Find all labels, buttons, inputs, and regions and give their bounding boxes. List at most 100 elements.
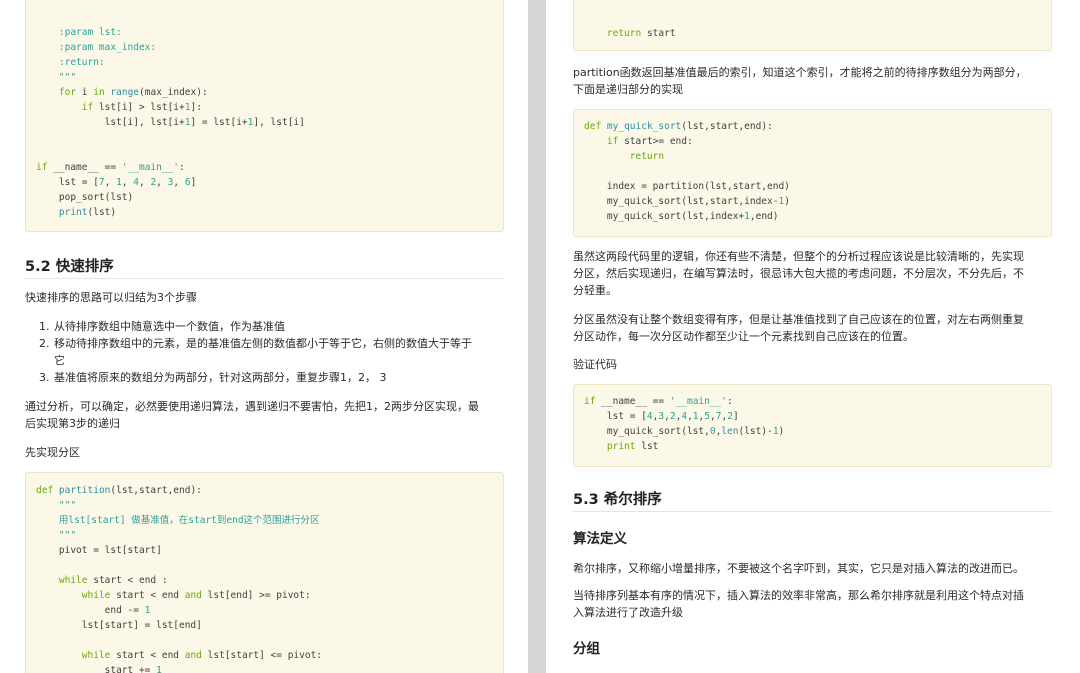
code-token: '__main__'	[669, 396, 728, 407]
code-token: :	[727, 396, 733, 407]
code-token: range	[110, 87, 140, 98]
code-token: if	[81, 102, 94, 113]
code-line: while start < end and lst[start] <= pivo…	[36, 648, 322, 663]
code-line: pop_sort(lst)	[36, 190, 133, 205]
code-token: lst[i] > lst[i+	[93, 102, 185, 113]
code-block-my-quick-sort: def my_quick_sort(lst,start,end): if sta…	[573, 109, 1052, 237]
code-line: return	[584, 149, 664, 164]
code-token: 1	[156, 665, 162, 673]
section-heading-quick-sort: 5.2 快速排序	[25, 259, 114, 275]
code-token: 用lst[start] 做基准值，在start到end这个范围进行分区	[58, 515, 320, 526]
code-token: (lst)	[87, 207, 117, 218]
first-implement-partition: 先实现分区	[25, 446, 80, 459]
code-token: """	[58, 530, 77, 541]
code-line: if __name__ == '__main__':	[36, 160, 185, 175]
para1-line-2: 下面是递归部分的实现	[573, 83, 683, 96]
left-page: :param lst: :param max_index: :return: "…	[0, 0, 528, 673]
code-token: lst[start] <= pivot:	[201, 650, 323, 661]
analysis-line-1: 通过分析，可以确定，必然要使用递归算法，遇到递归不要害怕，先把1，2两步分区实现…	[25, 400, 479, 413]
code-line: def partition(lst,start,end):	[36, 483, 202, 498]
code-token: ,	[121, 177, 134, 188]
code-line: """	[36, 70, 76, 85]
step-text-line: 从待排序数组中随意选中一个数值，作为基准值	[54, 320, 285, 333]
code-token: pivot = lst[start]	[36, 545, 162, 556]
verify-code-label: 验证代码	[573, 358, 617, 371]
code-block-partition: def partition(lst,start,end): """ 用lst[s…	[25, 472, 504, 673]
code-token: start < end	[110, 590, 185, 601]
code-line: """	[36, 528, 76, 543]
code-token: :param lst:	[58, 27, 122, 38]
analysis-line-2: 后实现第3步的递归	[25, 417, 120, 430]
code-token: start < end :	[87, 575, 168, 586]
step-number: 2.	[39, 337, 50, 350]
code-token: :return:	[58, 57, 105, 68]
code-token: def	[36, 485, 54, 496]
code-line: if __name__ == '__main__':	[584, 394, 733, 409]
code-token: print	[606, 441, 636, 452]
code-line: :return:	[36, 55, 105, 70]
heading-divider	[25, 278, 504, 279]
code-token: ,end)	[749, 211, 779, 222]
quick-sort-intro: 快速排序的思路可以归结为3个步骤	[25, 291, 197, 304]
para5-line-2: 入算法进行了改造升级	[573, 606, 683, 619]
code-line: if lst[i] > lst[i+1]:	[36, 100, 202, 115]
para3-line-1: 分区虽然没有让整个数组变得有序，但是让基准值找到了自己应该在的位置，对左右两侧重…	[573, 313, 1024, 326]
code-line: """	[36, 498, 76, 513]
step-text: 从待排序数组中随意选中一个数值，作为基准值	[54, 318, 285, 335]
code-line: lst[i], lst[i+1] = lst[i+1], lst[i]	[36, 115, 305, 130]
code-line: :param max_index:	[36, 40, 156, 55]
code-token: ,	[156, 177, 168, 188]
analysis-clarity-paragraph: 虽然这两段代码里的逻辑，你还有些不清楚，但整个的分析过程应该说是比较清晰的，先实…	[573, 248, 1058, 299]
code-line: pivot = lst[start]	[36, 543, 162, 558]
code-token: :	[179, 162, 185, 173]
code-token: ]	[732, 411, 739, 422]
code-line: index = partition(lst,start,end)	[584, 179, 790, 194]
analysis-paragraph: 通过分析，可以确定，必然要使用递归算法，遇到递归不要害怕，先把1，2两步分区实现…	[25, 398, 505, 432]
code-token: __name__ ==	[595, 396, 670, 407]
code-token: if	[584, 396, 596, 407]
para2-line-3: 分轻重。	[573, 284, 617, 297]
code-line: my_quick_sort(lst,index+1,end)	[584, 209, 779, 224]
code-token: (lst)-	[738, 426, 773, 437]
shell-sort-definition: 希尔排序，又称缩小增量排序，不要被这个名字吓到，其实，它只是对插入算法的改进而已…	[573, 562, 1024, 575]
code-line: while start < end and lst[end] >= pivot:	[36, 588, 311, 603]
code-token: my_quick_sort(lst,	[584, 426, 710, 437]
code-token: and	[184, 650, 202, 661]
code-token: ]:	[190, 102, 202, 113]
code-line: lst = [7, 1, 4, 2, 3, 6]	[36, 175, 196, 190]
code-token: lst = [	[36, 177, 99, 188]
code-token: if	[606, 136, 619, 147]
partition-return-paragraph: partition函数返回基准值最后的索引，知道这个索引，才能将之前的待排序数组…	[573, 64, 1058, 98]
shell-sort-motivation: 当待排序列基本有序的情况下，插入算法的效率非常高，那么希尔排序就是利用这个特点对…	[573, 587, 1058, 621]
code-token: (lst,start,end):	[110, 485, 202, 496]
para5-line-1: 当待排序列基本有序的情况下，插入算法的效率非常高，那么希尔排序就是利用这个特点对…	[573, 589, 1024, 602]
step-text: 移动待排序数组中的元素，是的基准值左侧的数值都小于等于它，右侧的数值大于等于它	[54, 335, 472, 369]
code-line: for i in range(max_index):	[36, 85, 208, 100]
step-number: 1.	[39, 320, 50, 333]
code-line: :param lst:	[36, 25, 122, 40]
code-token: 1	[144, 605, 151, 616]
subheading-grouping: 分组	[573, 641, 600, 657]
code-token: partition	[58, 485, 111, 496]
code-token: if	[36, 162, 48, 173]
code-token: for	[58, 87, 77, 98]
code-token: ]	[190, 177, 197, 188]
code-token: (lst,start,end):	[681, 121, 773, 132]
code-token: '__main__'	[121, 162, 180, 173]
code-token: i	[76, 87, 94, 98]
code-token: while	[81, 650, 111, 661]
para2-line-2: 分区，然后实现递归，在编写算法时，很忌讳大包大揽的考虑问题，不分层次，不分先后，…	[573, 267, 1024, 280]
code-line: while start < end :	[36, 573, 168, 588]
code-token: my_quick_sort(lst,index+	[584, 211, 745, 222]
